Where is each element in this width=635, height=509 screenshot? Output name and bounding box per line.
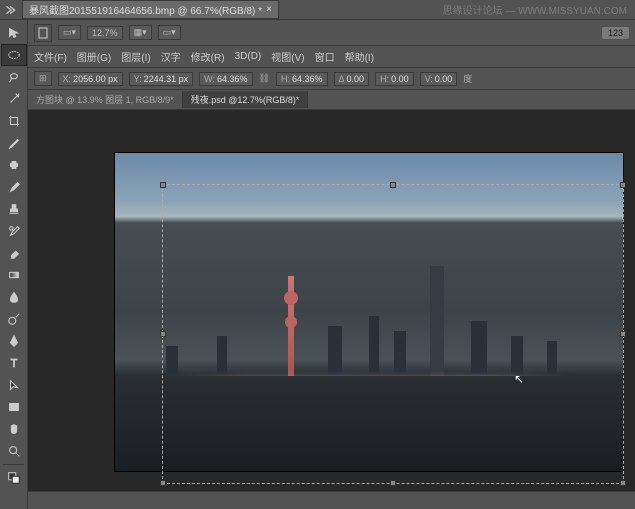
path-select-tool[interactable] xyxy=(1,374,27,396)
panel-toggle-icon[interactable] xyxy=(4,4,16,16)
handle-bottom-right[interactable] xyxy=(620,480,626,486)
menu-type[interactable]: 汉字 xyxy=(161,49,181,64)
zoom-dropdown[interactable]: 12.7% xyxy=(87,26,123,40)
water xyxy=(115,376,623,471)
hand-tool[interactable] xyxy=(1,418,27,440)
move-tool[interactable] xyxy=(1,22,27,44)
screen-dropdown[interactable]: ▭▾ xyxy=(158,25,181,40)
watermark: 思缘设计论坛 — WWW.MISSYUAN.COM xyxy=(443,2,627,17)
close-icon[interactable]: × xyxy=(266,4,272,15)
rectangle-tool[interactable] xyxy=(1,396,27,418)
doc-icon[interactable] xyxy=(34,24,52,42)
skyline-graphic xyxy=(115,306,623,376)
tall-tower xyxy=(430,266,444,376)
option-bar: ▭▾ 12.7% ▦▾ ▭▾ 123 xyxy=(28,20,635,46)
anchor-widget[interactable]: ⊞ xyxy=(34,71,52,86)
badge[interactable]: 123 xyxy=(602,27,629,39)
document-tab-strip: 方图块 @ 13.9% 图层 1, RGB/8/9* 残夜.psd @12.7%… xyxy=(28,90,635,110)
angle-field[interactable]: Δ 0.00 xyxy=(334,72,370,86)
view-dropdown[interactable]: ▦▾ xyxy=(129,25,152,40)
crop-tool[interactable] xyxy=(1,110,27,132)
transform-info-bar: ⊞ X: 2056.00 px Y: 2244.31 px W: 64.36% … xyxy=(28,68,635,90)
y-field[interactable]: Y: 2244.31 px xyxy=(129,72,194,86)
menu-edit[interactable]: 图册(G) xyxy=(77,49,111,64)
stamp-tool[interactable] xyxy=(1,198,27,220)
menu-bar: 文件(F) 图册(G) 图层(I) 汉字 修改(R) 3D(D) 视图(V) 窗… xyxy=(28,46,635,68)
pearl-tower xyxy=(288,276,294,376)
canvas-area[interactable]: ↖ xyxy=(28,110,635,491)
eraser-tool[interactable] xyxy=(1,242,27,264)
doc-tab-2[interactable]: 残夜.psd @12.7%(RGB/8)* xyxy=(183,91,309,108)
handle-bottom-left[interactable] xyxy=(160,480,166,486)
dodge-tool[interactable] xyxy=(1,308,27,330)
blur-tool[interactable] xyxy=(1,286,27,308)
link-icon[interactable]: ⛓ xyxy=(259,73,270,84)
zoom-tool[interactable] xyxy=(1,440,27,462)
skew-h-field[interactable]: H: 0.00 xyxy=(375,72,414,86)
handle-bottom-mid[interactable] xyxy=(390,480,396,486)
menu-select[interactable]: 修改(R) xyxy=(191,49,225,64)
color-swatch[interactable] xyxy=(1,467,27,489)
canvas-image[interactable] xyxy=(114,152,624,472)
title-bar: 暴风截图201551916464656.bmp @ 66.7%(RGB/8) *… xyxy=(0,0,635,20)
menu-window[interactable]: 窗口 xyxy=(315,49,335,64)
brush-tool[interactable] xyxy=(1,176,27,198)
menu-3d[interactable]: 3D(D) xyxy=(235,51,262,62)
skew-v-field[interactable]: V: 0.00 xyxy=(420,72,458,86)
heal-tool[interactable] xyxy=(1,154,27,176)
wand-tool[interactable] xyxy=(1,88,27,110)
tool-sidebar xyxy=(0,20,28,509)
history-brush-tool[interactable] xyxy=(1,220,27,242)
lasso-tool[interactable] xyxy=(1,66,27,88)
pen-tool[interactable] xyxy=(1,330,27,352)
document-title: 暴风截图201551916464656.bmp @ 66.7%(RGB/8) * xyxy=(29,2,262,17)
doc-tab-1[interactable]: 方图块 @ 13.9% 图层 1, RGB/8/9* xyxy=(28,91,183,108)
document-tab[interactable]: 暴风截图201551916464656.bmp @ 66.7%(RGB/8) *… xyxy=(22,0,279,19)
menu-view[interactable]: 视图(V) xyxy=(271,49,304,64)
status-bar xyxy=(28,491,635,509)
arrange-dropdown[interactable]: ▭▾ xyxy=(58,25,81,40)
type-tool[interactable] xyxy=(1,352,27,374)
eyedropper-tool[interactable] xyxy=(1,132,27,154)
marquee-tool[interactable] xyxy=(1,44,27,66)
separator xyxy=(3,464,24,465)
menu-help[interactable]: 帮助(I) xyxy=(345,49,374,64)
unit-label: 度 xyxy=(463,72,472,85)
w-field[interactable]: W: 64.36% xyxy=(199,72,252,86)
menu-layer[interactable]: 图层(I) xyxy=(121,49,150,64)
menu-file[interactable]: 文件(F) xyxy=(34,49,67,64)
gradient-tool[interactable] xyxy=(1,264,27,286)
x-field[interactable]: X: 2056.00 px xyxy=(58,72,123,86)
h-field[interactable]: H: 64.36% xyxy=(276,72,328,86)
